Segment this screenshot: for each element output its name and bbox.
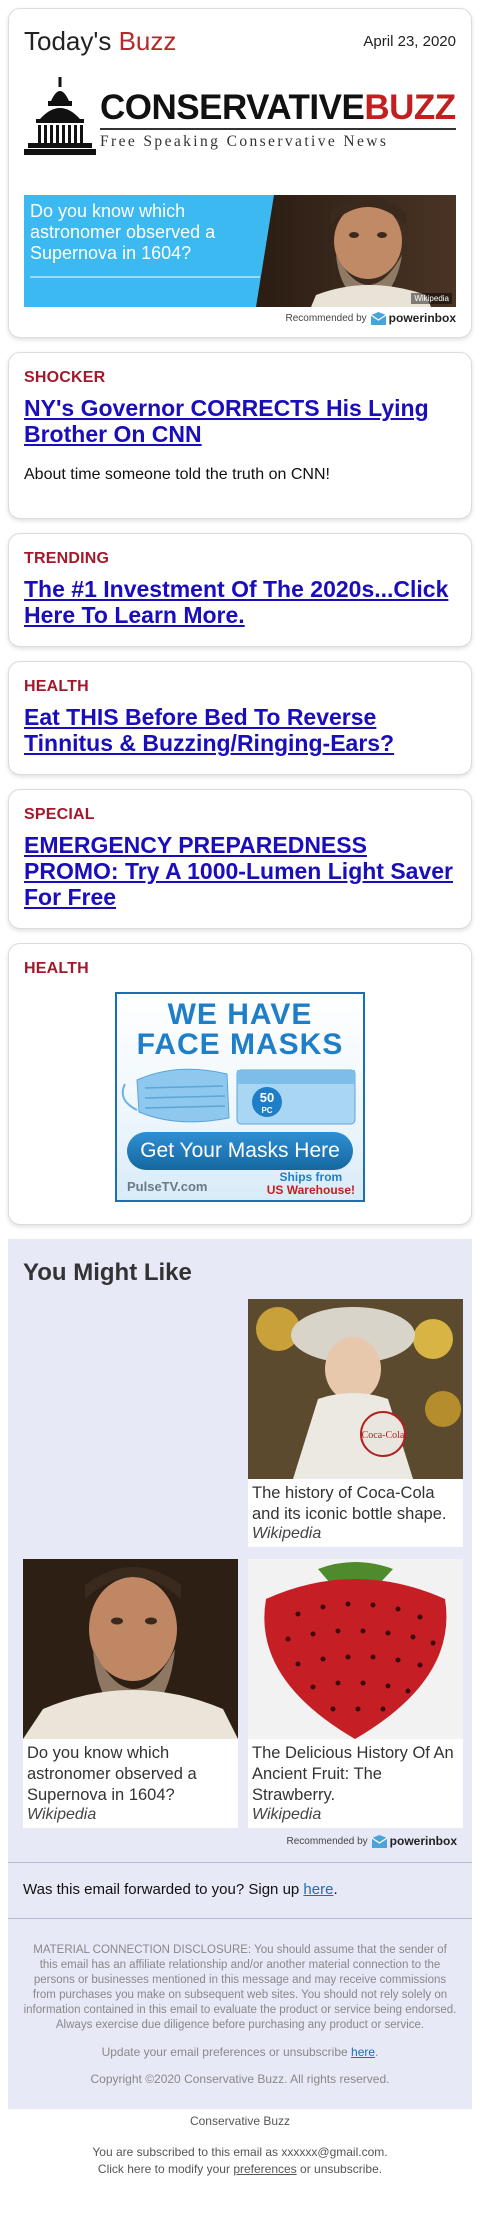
modify-preferences-link[interactable]: preferences xyxy=(233,2162,296,2176)
mask-count-unit: PC xyxy=(261,1106,272,1115)
top-ad-image-caption: Wikipedia xyxy=(411,293,452,304)
logo-main: CONSERVATIVEBUZZ xyxy=(100,90,456,125)
brand-title: Today's Buzz xyxy=(24,26,176,57)
disclosure-text: MATERIAL CONNECTION DISCLOSURE: You shou… xyxy=(23,1944,457,2031)
modify-pre: Click here to modify your xyxy=(97,2162,230,2176)
forward-signup-line: Was this email forwarded to you? Sign up… xyxy=(8,1862,472,1918)
powerinbox-name: powerinbox xyxy=(389,1834,457,1848)
recommendation-grid: Coca-Cola The history of Coca-Cola and i… xyxy=(23,1299,463,1828)
brand-second: Buzz xyxy=(118,25,177,56)
strawberry-image xyxy=(248,1559,463,1739)
recommendation-tile[interactable]: The Delicious History Of An Ancient Frui… xyxy=(248,1559,463,1828)
header-card: Today's Buzz April 23, 2020 CONSERVATIVE… xyxy=(8,8,472,338)
logo-main-black: CONSERVATIVE xyxy=(100,87,365,127)
get-masks-button[interactable]: Get Your Masks Here xyxy=(127,1132,353,1170)
forward-end: . xyxy=(333,1881,338,1898)
recommendation-tile[interactable]: Coca-Cola The history of Coca-Cola and i… xyxy=(248,1299,463,1547)
story-kicker: TRENDING xyxy=(24,550,110,567)
top-ad-text-block: Do you know which astronomer observed a … xyxy=(24,195,260,307)
mask-count-number: 50 xyxy=(260,1090,274,1105)
astronomer-portrait-image xyxy=(23,1559,238,1739)
brand-first: Today's xyxy=(24,25,112,56)
signup-link[interactable]: here xyxy=(303,1881,333,1898)
story-kicker: SHOCKER xyxy=(24,369,106,386)
brand-row: Today's Buzz April 23, 2020 xyxy=(24,23,456,59)
face-mask-icon: 50 PC xyxy=(121,1068,356,1125)
tile-source: Wikipedia xyxy=(27,1806,97,1823)
story-kicker: SPECIAL xyxy=(24,806,95,823)
copyright-text: Copyright ©2020 Conservative Buzz. All r… xyxy=(90,2072,390,2086)
svg-text:Coca-Cola: Coca-Cola xyxy=(362,1430,405,1441)
coca-cola-vintage-image: Coca-Cola xyxy=(248,1299,463,1479)
capitol-icon xyxy=(24,77,96,155)
story-headline-link[interactable]: EMERGENCY PREPAREDNESS PROMO: Try A 1000… xyxy=(24,832,456,910)
story-kicker: HEALTH xyxy=(24,960,89,977)
logo-wordmark: CONSERVATIVEBUZZ Free Speaking Conservat… xyxy=(100,90,456,151)
subscription-line: You are subscribed to this email as xxxx… xyxy=(92,2145,388,2159)
preferences-link[interactable]: here xyxy=(351,2045,375,2059)
tile-title: The history of Coca-Cola and its iconic … xyxy=(252,1484,447,1523)
tile-source: Wikipedia xyxy=(252,1525,322,1542)
recommendation-tile[interactable]: Do you know which astronomer observed a … xyxy=(23,1559,238,1828)
logo-divider xyxy=(100,127,456,130)
bottom-recommended-row[interactable]: Recommended by powerinbox xyxy=(23,1834,458,1848)
story-card-shocker: SHOCKER NY's Governor CORRECTS His Lying… xyxy=(8,352,472,519)
top-ad-banner[interactable]: Do you know which astronomer observed a … xyxy=(24,195,456,307)
story-headline-link[interactable]: NY's Governor CORRECTS His Lying Brother… xyxy=(24,395,456,447)
mask-ad-line2: FACE MASKS xyxy=(136,1028,344,1061)
preferences-text: Update your email preferences or unsubsc… xyxy=(101,2045,348,2059)
logo-tagline: Free Speaking Conservative News xyxy=(100,132,389,150)
email-footer: Conservative Buzz You are subscribed to … xyxy=(0,2109,480,2178)
story-summary: About time someone told the truth on CNN… xyxy=(24,466,330,483)
powerinbox-logo-icon xyxy=(371,1834,387,1848)
top-recommended-row[interactable]: Recommended by powerinbox xyxy=(24,311,457,325)
email-page: Today's Buzz April 23, 2020 CONSERVATIVE… xyxy=(0,8,480,2178)
preferences-end: . xyxy=(375,2045,379,2059)
story-card-trending: TRENDING The #1 Investment Of The 2020s.… xyxy=(8,533,472,647)
empty-grid-slot xyxy=(23,1299,238,1547)
story-card-health: HEALTH Eat THIS Before Bed To Reverse Ti… xyxy=(8,661,472,775)
footer-company: Conservative Buzz xyxy=(189,2114,291,2128)
mask-ad-card: HEALTH WE HAVE FACE MASKS 50 PC Get Your… xyxy=(8,943,472,1225)
top-ad-underline xyxy=(30,276,260,278)
mask-ad-shipping: Ships from US Warehouse! xyxy=(267,1171,355,1197)
powerinbox-logo-icon xyxy=(370,311,386,325)
face-mask-ad[interactable]: WE HAVE FACE MASKS 50 PC Get Your Masks … xyxy=(115,992,365,1202)
modify-post: or unsubscribe. xyxy=(300,2162,383,2176)
logo-main-red: BUZZ xyxy=(364,87,456,127)
story-headline-link[interactable]: The #1 Investment Of The 2020s...Click H… xyxy=(24,576,456,628)
preferences-line: Update your email preferences or unsubsc… xyxy=(23,2045,457,2060)
tile-source: Wikipedia xyxy=(252,1806,322,1823)
astronomer-portrait xyxy=(256,195,456,307)
story-kicker: HEALTH xyxy=(24,678,89,695)
powerinbox-name: powerinbox xyxy=(388,311,456,325)
site-logo[interactable]: CONSERVATIVEBUZZ Free Speaking Conservat… xyxy=(24,65,456,175)
story-headline-link[interactable]: Eat THIS Before Bed To Reverse Tinnitus … xyxy=(24,704,456,756)
mask-ad-source: PulseTV.com xyxy=(127,1179,208,1194)
modify-line: Click here to modify your preferences or… xyxy=(0,2161,480,2178)
recommended-by-label: Recommended by xyxy=(285,312,367,324)
recommended-by-label: Recommended by xyxy=(286,1835,368,1847)
tile-title: The Delicious History Of An Ancient Frui… xyxy=(252,1744,454,1804)
mask-ad-ship-line2: US Warehouse! xyxy=(266,1183,355,1197)
forward-text: Was this email forwarded to you? Sign up xyxy=(23,1881,300,1898)
top-ad-text: Do you know which astronomer observed a … xyxy=(30,201,216,263)
tile-title: Do you know which astronomer observed a … xyxy=(27,1744,197,1804)
mask-ad-line1: WE HAVE xyxy=(167,998,313,1031)
section-title: You Might Like xyxy=(23,1259,192,1286)
story-card-special: SPECIAL EMERGENCY PREPAREDNESS PROMO: Tr… xyxy=(8,789,472,929)
disclosure-section: MATERIAL CONNECTION DISCLOSURE: You shou… xyxy=(8,1918,472,2109)
issue-date: April 23, 2020 xyxy=(363,32,456,50)
you-might-like-section: You Might Like Coca-Cola The history of … xyxy=(8,1239,472,1862)
